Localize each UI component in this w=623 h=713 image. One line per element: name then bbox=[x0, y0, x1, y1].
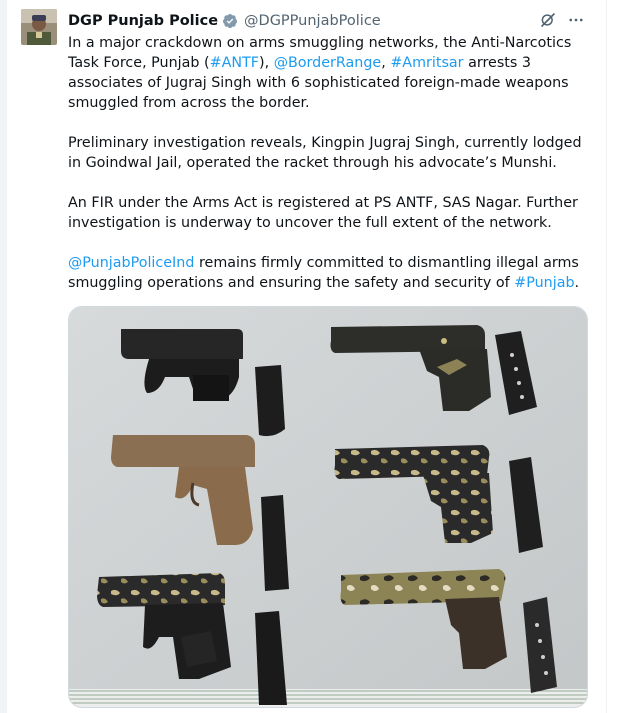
left-rail bbox=[0, 0, 7, 713]
right-rail bbox=[606, 0, 623, 713]
more-icon[interactable] bbox=[567, 11, 585, 29]
text-span: . bbox=[574, 275, 580, 291]
hashtag-antf-link[interactable]: #ANTF bbox=[210, 55, 259, 71]
text-span: , bbox=[381, 55, 391, 71]
tweet-paragraph-1: In a major crackdown on arms smuggling n… bbox=[68, 33, 596, 113]
hashtag-amritsar-link[interactable]: #Amritsar bbox=[390, 55, 463, 71]
mention-borderrange-link[interactable]: @BorderRange bbox=[274, 55, 382, 71]
tweet-paragraph-4: @PunjabPoliceInd remains firmly committe… bbox=[68, 253, 596, 293]
verified-badge-icon bbox=[222, 13, 238, 29]
user-handle[interactable]: @DGPPunjabPolice bbox=[244, 13, 381, 29]
tweet-paragraph-3: An FIR under the Arms Act is registered … bbox=[68, 195, 578, 231]
hashtag-punjab-link[interactable]: #Punjab bbox=[514, 275, 574, 291]
tweet-media-image[interactable] bbox=[68, 306, 588, 708]
text-span: ), bbox=[259, 55, 274, 71]
display-name[interactable]: DGP Punjab Police bbox=[68, 13, 218, 29]
grok-icon[interactable] bbox=[539, 11, 557, 29]
avatar[interactable] bbox=[21, 9, 57, 45]
mention-punjabpoliceind-link[interactable]: @PunjabPoliceInd bbox=[68, 255, 194, 271]
tweet-text: In a major crackdown on arms smuggling n… bbox=[68, 33, 596, 313]
tweet-header: DGP Punjab Police @DGPPunjabPolice bbox=[68, 11, 381, 31]
tweet[interactable]: DGP Punjab Police @DGPPunjabPolice In a … bbox=[8, 0, 606, 713]
tweet-paragraph-2: Preliminary investigation reveals, Kingp… bbox=[68, 135, 582, 171]
